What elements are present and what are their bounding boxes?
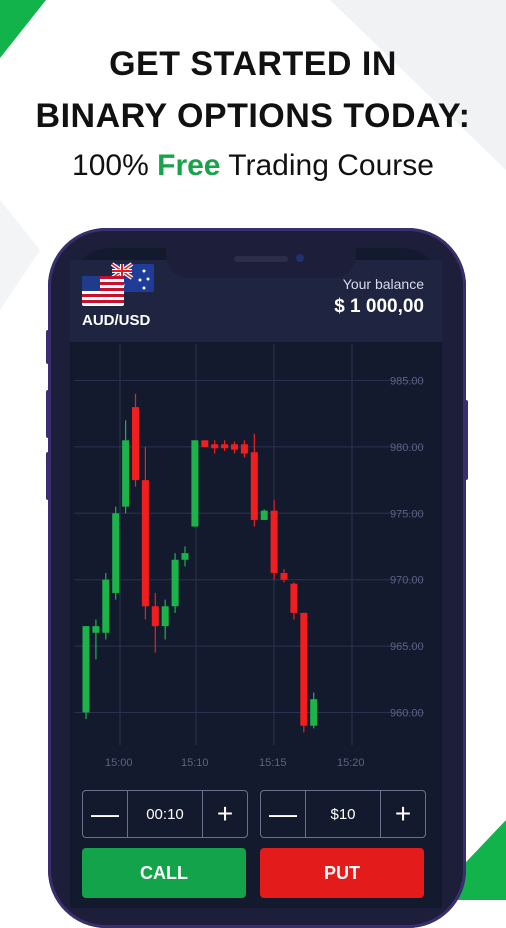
phone-notch bbox=[166, 248, 356, 278]
x-tick-label: 15:20 bbox=[337, 757, 365, 769]
currency-pair-label[interactable]: AUD/USD bbox=[82, 312, 150, 329]
time-value[interactable]: 00:10 bbox=[128, 791, 202, 837]
headline-line-1: GET STARTED IN bbox=[109, 45, 397, 83]
candle bbox=[141, 480, 149, 607]
subheadline-suffix: Trading Course bbox=[220, 149, 434, 182]
currency-pair-icon[interactable] bbox=[80, 262, 156, 310]
candle bbox=[151, 606, 159, 627]
subheadline-accent: Free bbox=[157, 149, 221, 182]
candle bbox=[201, 440, 209, 447]
candle bbox=[191, 440, 199, 527]
x-tick-label: 15:10 bbox=[181, 757, 209, 769]
time-increase-button[interactable]: + bbox=[202, 791, 247, 837]
candle bbox=[161, 606, 169, 627]
candle bbox=[92, 626, 100, 633]
candle bbox=[270, 510, 278, 574]
y-tick-label: 965.00 bbox=[390, 641, 424, 653]
phone-side-button bbox=[46, 330, 50, 364]
call-button[interactable]: CALL bbox=[82, 848, 246, 898]
time-stepper: — 00:10 + bbox=[82, 790, 248, 838]
y-tick-label: 960.00 bbox=[390, 707, 424, 719]
candle bbox=[290, 583, 298, 613]
x-tick-label: 15:00 bbox=[105, 757, 133, 769]
headline-line-2: BINARY OPTIONS TODAY: bbox=[35, 97, 471, 135]
candle bbox=[310, 699, 318, 726]
speaker-grille bbox=[234, 256, 288, 262]
price-chart[interactable]: 985.00 980.00 975.00 970.00 965.00 960.00 15:0… bbox=[74, 344, 442, 776]
candle bbox=[181, 553, 189, 560]
amount-increase-button[interactable]: + bbox=[380, 791, 425, 837]
y-tick-label: 985.00 bbox=[390, 376, 424, 388]
balance-value: $ 1 000,00 bbox=[334, 296, 424, 317]
us-flag-icon bbox=[82, 276, 124, 306]
candle bbox=[102, 579, 110, 633]
phone-power-button bbox=[464, 400, 468, 480]
subheadline: 100% Free Trading Course bbox=[0, 148, 506, 184]
amount-value[interactable]: $10 bbox=[306, 791, 380, 837]
subheadline-prefix: 100% bbox=[72, 149, 158, 182]
candle bbox=[122, 440, 130, 507]
candle bbox=[171, 559, 179, 607]
amount-decrease-button[interactable]: — bbox=[261, 791, 306, 837]
y-tick-label: 980.00 bbox=[390, 442, 424, 454]
amount-stepper: — $10 + bbox=[260, 790, 426, 838]
balance-label: Your balance bbox=[342, 276, 424, 292]
phone-side-button bbox=[46, 452, 50, 500]
candle bbox=[211, 444, 219, 449]
camera-icon bbox=[296, 254, 304, 262]
x-tick-label: 15:15 bbox=[259, 757, 287, 769]
phone-side-button bbox=[46, 390, 50, 438]
candle bbox=[300, 612, 308, 726]
y-tick-label: 975.00 bbox=[390, 508, 424, 520]
candle bbox=[280, 573, 288, 580]
candle bbox=[231, 444, 238, 450]
y-tick-label: 970.00 bbox=[390, 575, 424, 587]
candle bbox=[82, 626, 90, 713]
put-button[interactable]: PUT bbox=[260, 848, 424, 898]
candle bbox=[240, 444, 248, 454]
candle bbox=[260, 510, 268, 520]
candle bbox=[112, 513, 120, 593]
time-decrease-button[interactable]: — bbox=[83, 791, 128, 837]
candle bbox=[221, 444, 229, 449]
candle bbox=[250, 452, 258, 520]
candle bbox=[132, 407, 139, 481]
